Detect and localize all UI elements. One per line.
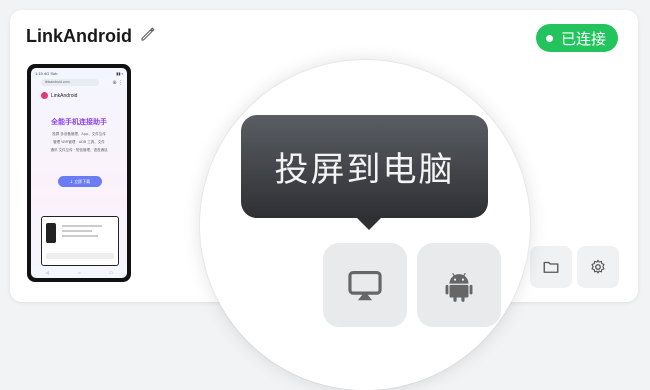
brand-logo [41, 92, 48, 99]
tooltip-text: 投屏到电脑 [274, 150, 455, 190]
pencil-icon[interactable] [140, 26, 156, 47]
device-title-row: LinkAndroid [26, 26, 156, 47]
phone-status-bar: 1:15 4G Sub ▮▮ ▪ [35, 71, 123, 76]
cast-tooltip: 投屏到电脑 [241, 115, 488, 218]
phone-download-button: ↓ 立即下载 [58, 176, 102, 187]
device-name: LinkAndroid [26, 26, 132, 46]
android-control-button[interactable] [417, 243, 501, 327]
phone-url-bar: linkandroid.com [41, 79, 99, 86]
status-label: 已连接 [560, 29, 606, 48]
phone-desktop-preview [41, 216, 119, 266]
phone-line-1: 投屏 多设备管理、App、文件互传 [52, 132, 106, 136]
phone-preview[interactable]: 1:15 4G Sub ▮▮ ▪ linkandroid.com ⊕ ⋮ Link… [27, 64, 131, 282]
connection-status-badge: 已连接 [535, 24, 618, 52]
cast-to-screen-icon [348, 270, 382, 301]
android-icon [445, 272, 473, 302]
phone-browser-icons: ⊕ ⋮ [112, 80, 123, 86]
settings-button[interactable] [577, 246, 619, 288]
screen-mirror-button[interactable] [323, 243, 407, 327]
phone-nav-bar: ◁ ○ □ [45, 270, 113, 275]
phone-brand: LinkAndroid [41, 92, 77, 99]
phone-line-2: 管理 WiFi管理 · ADB 工具、文件 [53, 140, 105, 144]
status-dot [545, 34, 553, 42]
folder-icon [543, 261, 559, 273]
tooltip-arrow [355, 216, 383, 230]
phone-line-3: 通讯 文件互传 · 短信管理、语音通话 [50, 148, 108, 152]
phone-screen: 1:15 4G Sub ▮▮ ▪ linkandroid.com ⊕ ⋮ Link… [31, 68, 127, 278]
gear-icon [591, 259, 605, 274]
file-manager-button[interactable] [530, 246, 572, 288]
phone-headline: 全能手机连接助手 [51, 118, 107, 126]
